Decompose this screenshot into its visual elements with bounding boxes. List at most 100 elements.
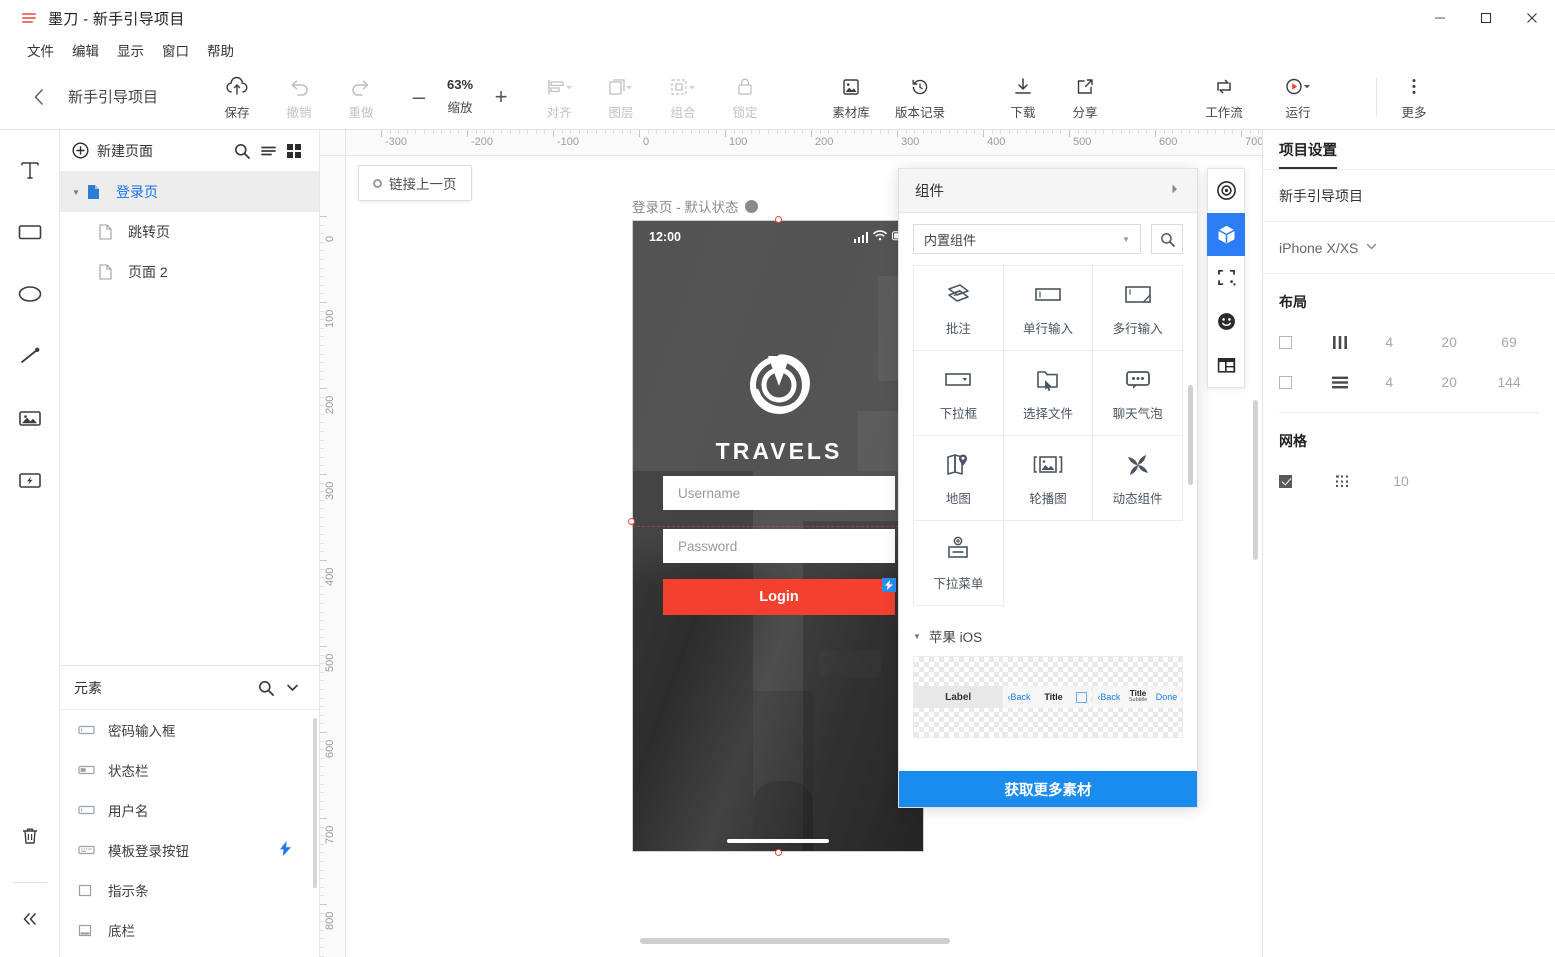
element-row[interactable]: 单行输入 Copy	[60, 950, 319, 957]
download-button[interactable]: 下载	[992, 66, 1054, 128]
ios-navbar-done-component[interactable]: ‹Back Title Subtitle Done	[1092, 657, 1182, 737]
layout-rows-count[interactable]: 4	[1359, 374, 1419, 390]
history-button[interactable]: 版本记录	[882, 66, 958, 128]
save-button[interactable]: 保存	[206, 66, 268, 128]
component-cube-icon[interactable]	[1207, 212, 1245, 257]
menu-window[interactable]: 窗口	[153, 37, 198, 63]
element-row[interactable]: 指示条	[60, 870, 319, 910]
chevron-down-icon[interactable]	[279, 675, 305, 701]
canvas-vertical-scrollbar[interactable]	[1253, 400, 1258, 560]
image-tool[interactable]	[8, 396, 52, 440]
frame-icon[interactable]	[1207, 256, 1245, 300]
zoom-out-button[interactable]: –	[406, 85, 432, 108]
artboard-settings-icon[interactable]	[744, 199, 758, 213]
password-field[interactable]: Password	[663, 529, 895, 563]
components-scrollbar[interactable]	[1188, 385, 1193, 485]
menu-edit[interactable]: 编辑	[63, 37, 108, 63]
library-button[interactable]: 素材库	[820, 66, 882, 128]
grid-view-icon[interactable]	[281, 138, 307, 164]
canvas-horizontal-scrollbar[interactable]	[640, 938, 950, 944]
lock-button[interactable]: 锁定	[714, 66, 776, 128]
text-tool[interactable]	[8, 148, 52, 192]
target-icon[interactable]	[1207, 169, 1245, 213]
component-dynamic[interactable]: 动态组件	[1093, 436, 1183, 521]
element-row[interactable]: 底栏	[60, 910, 319, 950]
component-annotation[interactable]: 批注	[914, 266, 1004, 351]
project-name-field[interactable]: 新手引导项目	[1263, 170, 1555, 222]
device-select[interactable]: iPhone X/XS	[1263, 222, 1555, 274]
back-button[interactable]	[22, 88, 56, 106]
layout-rows-height[interactable]: 144	[1479, 374, 1539, 390]
layout-rows-checkbox[interactable]	[1279, 375, 1292, 389]
component-single-line-input[interactable]: 单行输入	[1003, 266, 1094, 351]
grid-size-value[interactable]: 10	[1366, 473, 1436, 489]
chevron-right-icon[interactable]	[1169, 183, 1181, 198]
zoom-in-button[interactable]: +	[488, 85, 514, 108]
emoji-icon[interactable]	[1207, 300, 1245, 344]
undo-button[interactable]: 撤销	[268, 66, 330, 128]
component-multi-line-input[interactable]: 多行输入	[1093, 266, 1183, 351]
page-item-page2[interactable]: 页面 2	[60, 252, 319, 292]
align-button[interactable]: 对齐	[528, 66, 590, 128]
add-page-icon[interactable]	[72, 142, 89, 159]
run-button[interactable]: 运行	[1260, 66, 1336, 128]
layout-columns-width[interactable]: 69	[1479, 334, 1539, 350]
component-file-picker[interactable]: 选择文件	[1003, 351, 1094, 436]
layout-columns-count[interactable]: 4	[1359, 334, 1419, 350]
menu-view[interactable]: 显示	[108, 37, 153, 63]
grid-checkbox[interactable]	[1279, 474, 1292, 488]
menu-help[interactable]: 帮助	[198, 37, 243, 63]
menu-file[interactable]: 文件	[18, 37, 63, 63]
minimize-button[interactable]	[1417, 0, 1463, 36]
layout-row-rows[interactable]: 4 20 144	[1279, 362, 1539, 402]
component-map[interactable]: 地图	[914, 436, 1004, 521]
layout-columns-gutter[interactable]: 20	[1419, 334, 1479, 350]
search-icon[interactable]	[253, 675, 279, 701]
redo-button[interactable]: 重做	[330, 66, 392, 128]
workflow-button[interactable]: 工作流	[1188, 66, 1260, 128]
line-tool[interactable]	[8, 334, 52, 378]
ios-label-component[interactable]: Label	[914, 657, 1004, 737]
tab-project-settings[interactable]: 项目设置	[1279, 139, 1337, 169]
layout-row-columns[interactable]: 4 20 69	[1279, 322, 1539, 362]
layer-button[interactable]: 图层	[590, 66, 652, 128]
component-select-box[interactable]: 下拉框	[914, 351, 1004, 436]
layout-columns-checkbox[interactable]	[1279, 335, 1292, 349]
element-row[interactable]: 模板登录按钮	[60, 830, 319, 870]
template-icon[interactable]	[1207, 343, 1245, 387]
component-dropdown-menu[interactable]: 下拉菜单	[914, 521, 1004, 606]
zoom-display[interactable]: 63% 缩放	[432, 77, 488, 116]
components-body[interactable]: 批注 单行输入 多行输入 下拉框 选择文件 聊天气泡 地图 轮播图 动态组件 下…	[899, 265, 1197, 771]
component-chat-bubble[interactable]: 聊天气泡	[1093, 351, 1183, 436]
ellipse-tool[interactable]	[8, 272, 52, 316]
maximize-button[interactable]	[1463, 0, 1509, 36]
selection-handle-bottom[interactable]	[775, 849, 782, 856]
selection-handle-left[interactable]	[628, 518, 635, 525]
get-more-assets-button[interactable]: 获取更多素材	[899, 771, 1197, 807]
element-row[interactable]: 用户名	[60, 790, 319, 830]
element-row[interactable]: 密码输入框	[60, 710, 319, 750]
components-search-button[interactable]	[1151, 224, 1183, 254]
search-icon[interactable]	[229, 138, 255, 164]
grid-row[interactable]: 10	[1279, 461, 1539, 501]
elements-scrollbar[interactable]	[313, 718, 317, 888]
delete-button[interactable]	[8, 814, 52, 858]
section-ios[interactable]: ▼ 苹果 iOS	[913, 616, 1183, 656]
page-item-login[interactable]: ▼ 登录页	[60, 172, 319, 212]
sort-icon[interactable]	[255, 138, 281, 164]
component-carousel[interactable]: 轮播图	[1003, 436, 1094, 521]
close-button[interactable]	[1509, 0, 1555, 36]
chevron-down-icon[interactable]: ▼	[72, 188, 86, 197]
share-button[interactable]: 分享	[1054, 66, 1116, 128]
interaction-tool[interactable]	[8, 458, 52, 502]
collapse-panel-button[interactable]	[8, 897, 52, 941]
element-row[interactable]: 状态栏	[60, 750, 319, 790]
phone-artboard[interactable]: 12:00 TRAVELS Username Password Login	[632, 220, 924, 852]
new-page-label[interactable]: 新建页面	[97, 141, 229, 161]
interaction-bolt-icon[interactable]	[882, 578, 896, 592]
more-button[interactable]: 更多	[1383, 66, 1445, 128]
layout-rows-gutter[interactable]: 20	[1419, 374, 1479, 390]
ios-navbar-title-component[interactable]: ‹Back Title	[1003, 657, 1093, 737]
component-library-select[interactable]: 内置组件 ▼	[913, 224, 1141, 254]
rectangle-tool[interactable]	[8, 210, 52, 254]
